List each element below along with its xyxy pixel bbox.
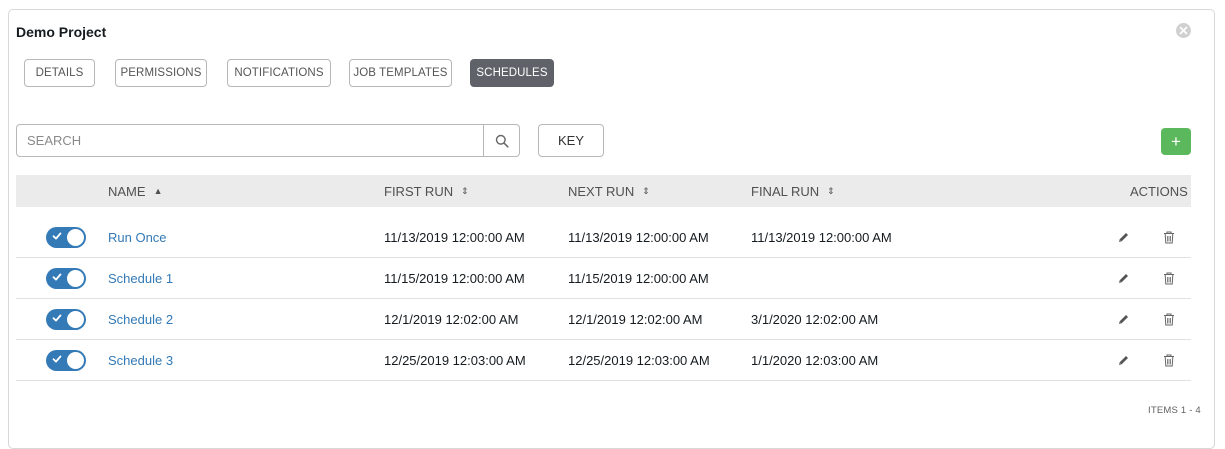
items-count: ITEMS 1 - 4 bbox=[1148, 405, 1201, 416]
tab-schedules[interactable]: SCHEDULES bbox=[470, 59, 554, 87]
final-run-cell: 3/1/2020 12:02:00 AM bbox=[751, 312, 879, 327]
schedule-name-link[interactable]: Schedule 1 bbox=[108, 271, 173, 286]
next-run-cell: 12/1/2019 12:02:00 AM bbox=[568, 312, 703, 327]
table-row: Schedule 3 12/25/2019 12:03:00 AM 12/25/… bbox=[16, 340, 1191, 381]
schedule-name-link[interactable]: Schedule 2 bbox=[108, 312, 173, 327]
search-button[interactable] bbox=[483, 125, 519, 156]
column-final-run-label: FINAL RUN bbox=[751, 183, 820, 199]
enabled-toggle[interactable] bbox=[46, 227, 86, 248]
key-button[interactable]: KEY bbox=[538, 124, 604, 157]
schedule-name-link[interactable]: Schedule 3 bbox=[108, 353, 173, 368]
trash-icon[interactable] bbox=[1161, 229, 1177, 245]
table-row: Schedule 2 12/1/2019 12:02:00 AM 12/1/20… bbox=[16, 299, 1191, 340]
check-icon bbox=[52, 273, 62, 281]
enabled-toggle[interactable] bbox=[46, 350, 86, 371]
sort-up-icon: ▲ bbox=[153, 186, 163, 196]
search-bar bbox=[16, 124, 520, 157]
column-name-label: NAME bbox=[108, 183, 146, 199]
first-run-cell: 11/13/2019 12:00:00 AM bbox=[384, 230, 525, 245]
pencil-icon[interactable] bbox=[1115, 352, 1131, 368]
add-schedule-button[interactable]: + bbox=[1161, 128, 1191, 155]
toggle-knob bbox=[67, 270, 84, 287]
check-icon bbox=[52, 355, 62, 363]
table-header: NAME ▲ FIRST RUN ⇕ NEXT RUN ⇕ FINAL RUN … bbox=[16, 175, 1191, 207]
sort-icon: ⇕ bbox=[642, 185, 650, 196]
pencil-icon[interactable] bbox=[1115, 229, 1131, 245]
column-header-name[interactable]: NAME ▲ bbox=[108, 175, 162, 207]
first-run-cell: 12/1/2019 12:02:00 AM bbox=[384, 312, 519, 327]
sort-icon: ⇕ bbox=[827, 185, 835, 196]
column-header-actions: ACTIONS bbox=[1130, 183, 1188, 199]
pencil-icon[interactable] bbox=[1115, 311, 1131, 327]
column-header-first-run[interactable]: FIRST RUN ⇕ bbox=[384, 175, 469, 207]
search-input[interactable] bbox=[17, 125, 483, 156]
toggle-knob bbox=[67, 229, 84, 246]
column-first-run-label: FIRST RUN bbox=[384, 183, 454, 199]
page-title: Demo Project bbox=[16, 24, 107, 40]
next-run-cell: 11/15/2019 12:00:00 AM bbox=[568, 271, 709, 286]
enabled-toggle[interactable] bbox=[46, 309, 86, 330]
table-row: Run Once 11/13/2019 12:00:00 AM 11/13/20… bbox=[16, 217, 1191, 258]
final-run-cell: 1/1/2020 12:03:00 AM bbox=[751, 353, 879, 368]
final-run-cell: 11/13/2019 12:00:00 AM bbox=[751, 230, 892, 245]
first-run-cell: 11/15/2019 12:00:00 AM bbox=[384, 271, 525, 286]
column-next-run-label: NEXT RUN bbox=[568, 183, 635, 199]
sort-icon: ⇕ bbox=[461, 185, 469, 196]
first-run-cell: 12/25/2019 12:03:00 AM bbox=[384, 353, 526, 368]
tab-notifications[interactable]: NOTIFICATIONS bbox=[227, 59, 331, 87]
search-icon bbox=[495, 134, 509, 148]
close-icon[interactable] bbox=[1176, 23, 1191, 38]
next-run-cell: 11/13/2019 12:00:00 AM bbox=[568, 230, 709, 245]
toggle-knob bbox=[67, 311, 84, 328]
enabled-toggle[interactable] bbox=[46, 268, 86, 289]
trash-icon[interactable] bbox=[1161, 270, 1177, 286]
check-icon bbox=[52, 232, 62, 240]
check-icon bbox=[52, 314, 62, 322]
column-header-next-run[interactable]: NEXT RUN ⇕ bbox=[568, 175, 650, 207]
pencil-icon[interactable] bbox=[1115, 270, 1131, 286]
tab-details[interactable]: DETAILS bbox=[24, 59, 95, 87]
trash-icon[interactable] bbox=[1161, 352, 1177, 368]
trash-icon[interactable] bbox=[1161, 311, 1177, 327]
table-row: Schedule 1 11/15/2019 12:00:00 AM 11/15/… bbox=[16, 258, 1191, 299]
tab-permissions[interactable]: PERMISSIONS bbox=[115, 59, 207, 87]
schedule-name-link[interactable]: Run Once bbox=[108, 230, 167, 245]
toggle-knob bbox=[67, 352, 84, 369]
tab-job-templates[interactable]: JOB TEMPLATES bbox=[349, 59, 452, 87]
column-header-final-run[interactable]: FINAL RUN ⇕ bbox=[751, 175, 835, 207]
next-run-cell: 12/25/2019 12:03:00 AM bbox=[568, 353, 710, 368]
